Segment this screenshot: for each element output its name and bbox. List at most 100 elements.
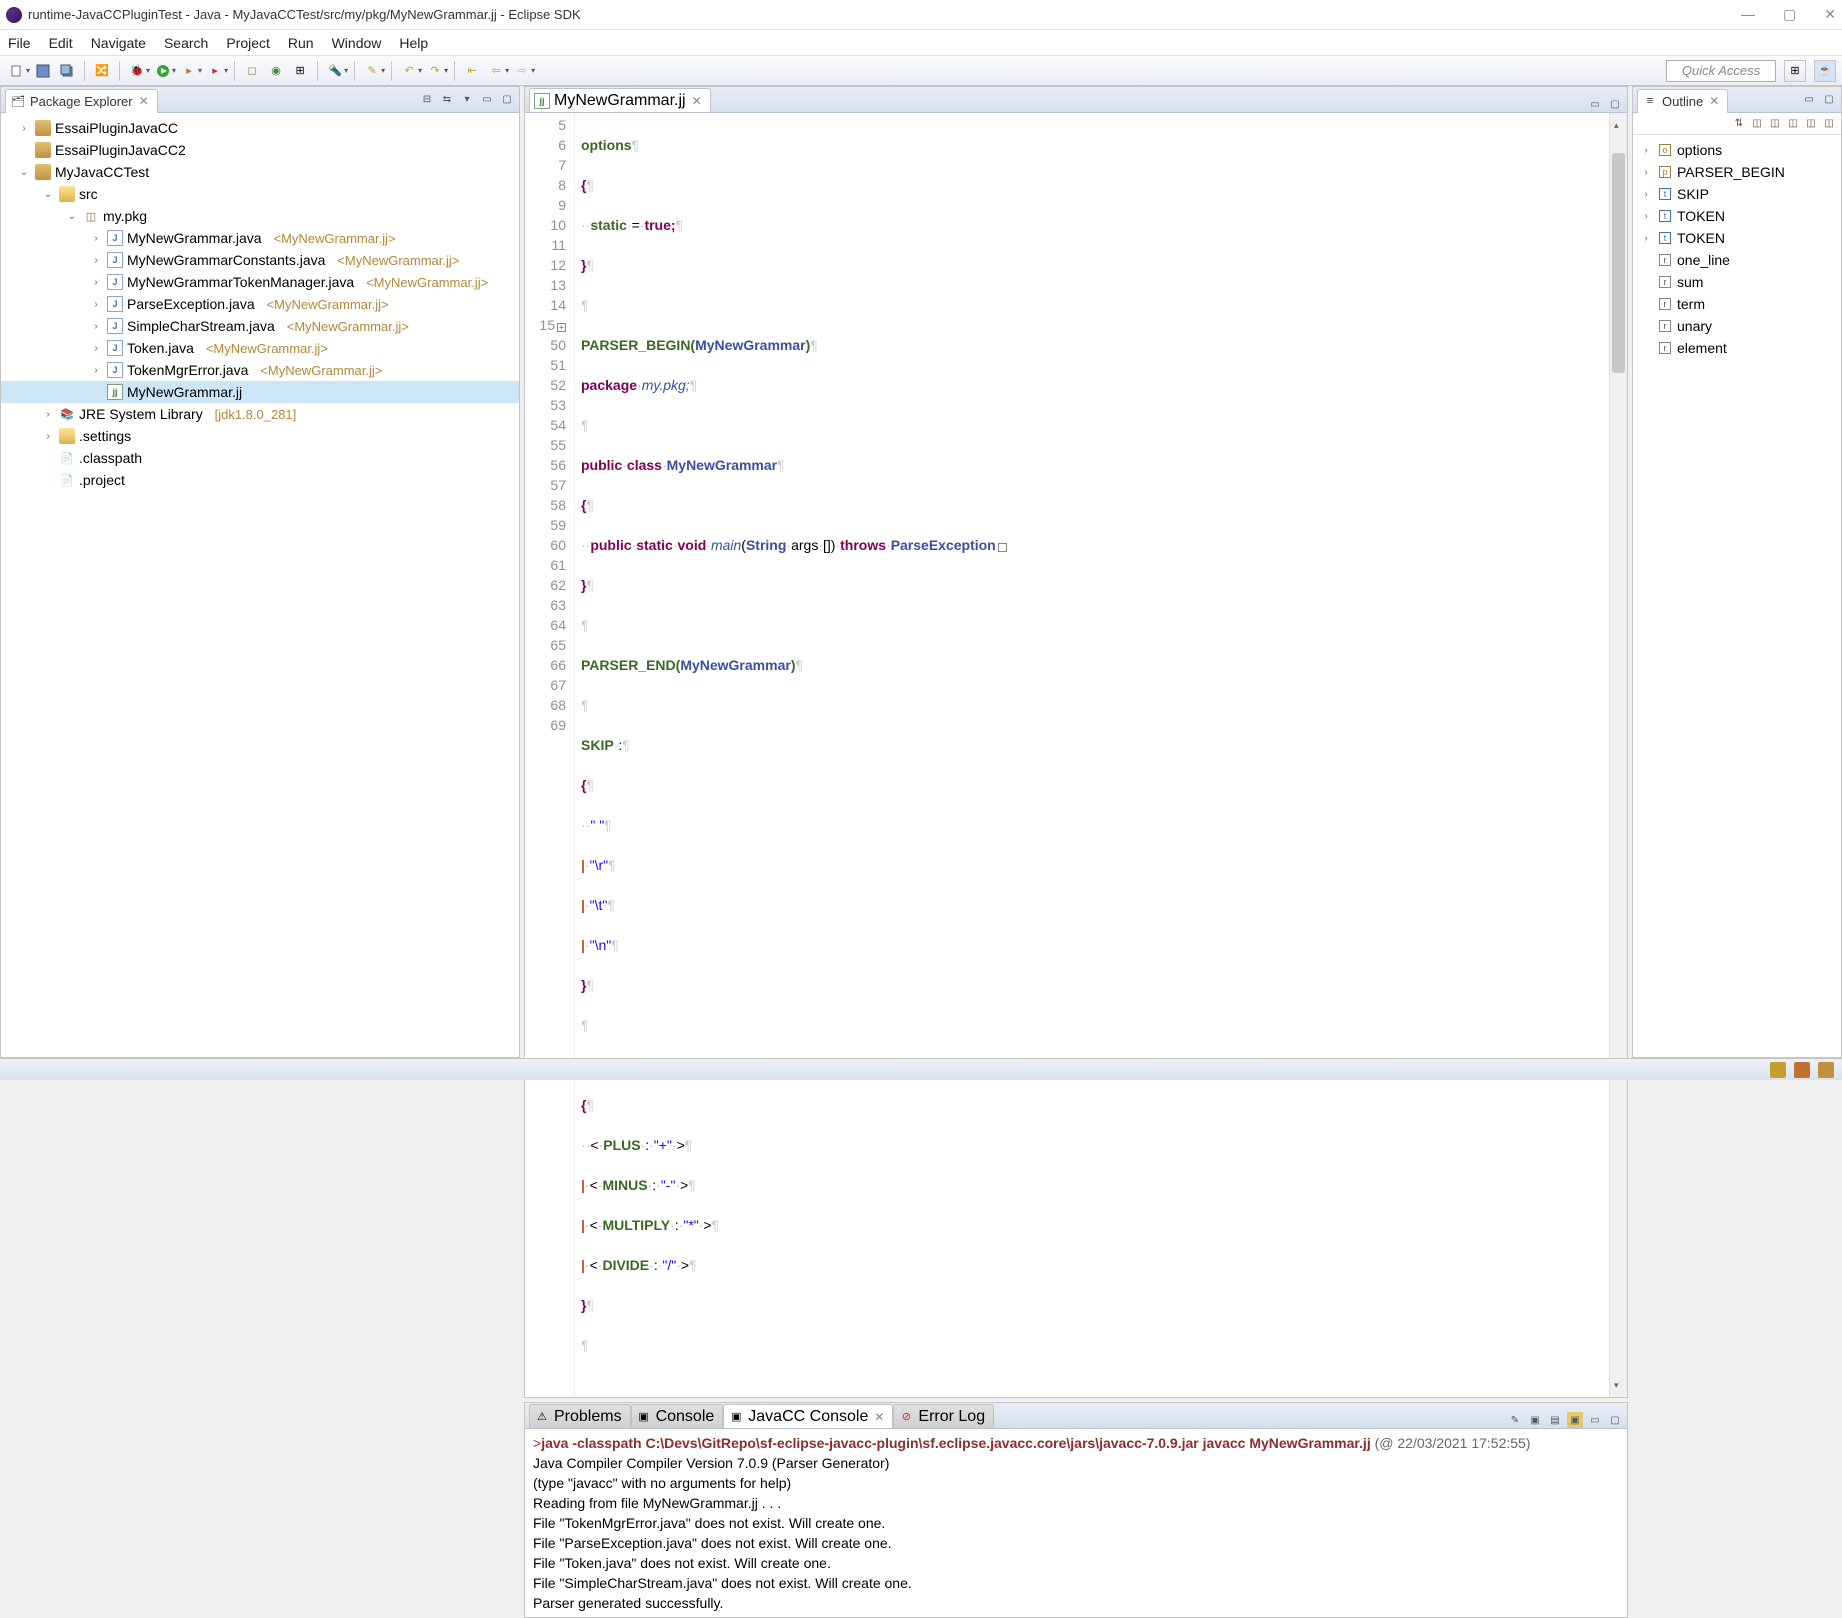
open-console-icon[interactable]: ▣ [1567, 1412, 1583, 1428]
tree-item[interactable]: MyNewGrammarConstants.java [127, 252, 325, 268]
menu-run[interactable]: Run [288, 35, 314, 51]
clear-console-icon[interactable]: ✎ [1507, 1412, 1523, 1428]
editor-body[interactable]: 56789 1011121314 15+ 5051525354 55565758… [525, 113, 1627, 1397]
outline-item[interactable]: SKIP [1677, 186, 1709, 202]
maximize-view-icon[interactable]: ▢ [1607, 1412, 1623, 1428]
coverage-button[interactable]: ▸ [178, 60, 200, 82]
minimize-view-icon[interactable]: ▭ [1587, 1412, 1603, 1428]
open-perspective-button[interactable]: ⊞ [1784, 60, 1806, 82]
outline-item[interactable]: PARSER_BEGIN [1677, 164, 1785, 180]
search-button[interactable]: 🔦 [324, 60, 346, 82]
status-icon[interactable] [1770, 1062, 1786, 1078]
external-tools-button[interactable]: ▸ [204, 60, 226, 82]
prev-annotation-button[interactable]: ↶ [398, 60, 420, 82]
minimize-view-icon[interactable]: ▭ [1801, 92, 1817, 108]
outline-item[interactable]: element [1677, 340, 1727, 356]
display-console-icon[interactable]: ▤ [1547, 1412, 1563, 1428]
outline-item[interactable]: TOKEN [1677, 208, 1725, 224]
maximize-view-icon[interactable]: ▢ [1821, 92, 1837, 108]
tree-item[interactable]: Token.java [127, 340, 194, 356]
debug-button[interactable]: 🐞 [126, 60, 148, 82]
tree-item[interactable]: .settings [79, 428, 131, 444]
outline-tab[interactable]: ≡ Outline ✕ [1637, 89, 1728, 113]
scroll-thumb[interactable] [1612, 153, 1625, 373]
link-editor-icon[interactable]: ⇆ [439, 92, 455, 108]
save-all-button[interactable] [56, 60, 78, 82]
outline-item[interactable]: one_line [1677, 252, 1730, 268]
close-icon[interactable]: ✕ [139, 94, 149, 108]
menu-search[interactable]: Search [164, 35, 208, 51]
problems-tab[interactable]: ⚠Problems [529, 1404, 631, 1428]
editor-tab[interactable]: jj MyNewGrammar.jj ✕ [529, 88, 711, 112]
package-tree[interactable]: ›EssaiPluginJavaCC EssaiPluginJavaCC2 ⌄M… [1, 113, 519, 1057]
hide-non-public-icon[interactable]: ◫ [1803, 115, 1819, 131]
editor-scrollbar[interactable]: ▴ ▾ [1609, 113, 1627, 1397]
java-perspective-button[interactable]: ☕ [1814, 60, 1836, 82]
code-area[interactable]: options¶ {¶ ··static·=·true;¶ }¶ ¶ PARSE… [575, 113, 1609, 1397]
maximize-button[interactable]: ▢ [1783, 6, 1796, 23]
tree-item-selected[interactable]: MyNewGrammar.jj [127, 384, 242, 400]
maximize-view-icon[interactable]: ▢ [499, 92, 515, 108]
tree-item[interactable]: JRE System Library [79, 406, 203, 422]
tree-item[interactable]: EssaiPluginJavaCC2 [55, 142, 186, 158]
tree-item[interactable]: .classpath [79, 450, 142, 466]
menu-project[interactable]: Project [226, 35, 270, 51]
outline-item[interactable]: term [1677, 296, 1705, 312]
save-button[interactable] [32, 60, 54, 82]
outline-item[interactable]: sum [1677, 274, 1703, 290]
scroll-up-icon[interactable]: ▴ [1614, 115, 1619, 135]
minimize-button[interactable]: — [1741, 6, 1755, 23]
maximize-editor-icon[interactable]: ▢ [1607, 96, 1623, 112]
close-icon[interactable]: ✕ [1709, 94, 1719, 108]
error-log-tab[interactable]: ⊘Error Log [893, 1404, 994, 1428]
scroll-down-icon[interactable]: ▾ [1614, 1375, 1619, 1395]
tree-item[interactable]: MyNewGrammarTokenManager.java [127, 274, 354, 290]
menu-navigate[interactable]: Navigate [91, 35, 146, 51]
filter-icon[interactable]: ◫ [1749, 115, 1765, 131]
console-output[interactable]: >java -classpath C:\Devs\GitRepo\sf-ecli… [525, 1429, 1627, 1617]
tree-item[interactable]: MyNewGrammar.java [127, 230, 262, 246]
new-button[interactable] [6, 60, 28, 82]
close-icon[interactable]: ✕ [874, 1410, 884, 1424]
run-button[interactable] [152, 60, 174, 82]
close-icon[interactable]: ✕ [692, 94, 702, 108]
pin-console-icon[interactable]: ▣ [1527, 1412, 1543, 1428]
skip-breakpoints-button[interactable]: 🔀 [91, 60, 113, 82]
view-menu-icon[interactable]: ▾ [459, 92, 475, 108]
fold-icon[interactable] [998, 543, 1007, 552]
status-icon[interactable] [1794, 1062, 1810, 1078]
outline-item[interactable]: TOKEN [1677, 230, 1725, 246]
tree-item[interactable]: TokenMgrError.java [127, 362, 248, 378]
new-package-button[interactable]: ◻ [241, 60, 263, 82]
quick-access-input[interactable]: Quick Access [1666, 60, 1776, 82]
close-button[interactable]: ✕ [1824, 6, 1836, 23]
tree-item[interactable]: src [79, 186, 98, 202]
last-edit-button[interactable]: ⇤ [461, 60, 483, 82]
forward-button[interactable]: ⇨ [511, 60, 533, 82]
menu-help[interactable]: Help [399, 35, 428, 51]
tree-item[interactable]: MyJavaCCTest [55, 164, 149, 180]
minimize-editor-icon[interactable]: ▭ [1587, 96, 1603, 112]
console-tab[interactable]: ▣Console [631, 1404, 724, 1428]
outline-tree[interactable]: ›ooptions ›pPARSER_BEGIN ›tSKIP ›tTOKEN … [1633, 135, 1841, 1057]
hide-static-icon[interactable]: ◫ [1785, 115, 1801, 131]
package-explorer-tab[interactable]: 🗂 Package Explorer ✕ [5, 89, 158, 113]
new-class-button[interactable]: ◉ [265, 60, 287, 82]
menu-window[interactable]: Window [332, 35, 382, 51]
tree-item[interactable]: EssaiPluginJavaCC [55, 120, 178, 136]
javacc-console-tab[interactable]: ▣JavaCC Console✕ [723, 1404, 893, 1428]
menu-edit[interactable]: Edit [49, 35, 73, 51]
collapse-all-icon[interactable]: ⊟ [419, 92, 435, 108]
back-button[interactable]: ⇦ [485, 60, 507, 82]
sort-icon[interactable]: ⇅ [1731, 115, 1747, 131]
tree-item[interactable]: ParseException.java [127, 296, 255, 312]
status-icon[interactable] [1818, 1062, 1834, 1078]
hide-fields-icon[interactable]: ◫ [1767, 115, 1783, 131]
menu-file[interactable]: File [8, 35, 31, 51]
tree-item[interactable]: SimpleCharStream.java [127, 318, 275, 334]
fold-icon[interactable]: + [557, 323, 566, 332]
minimize-view-icon[interactable]: ▭ [479, 92, 495, 108]
tree-item[interactable]: .project [79, 472, 125, 488]
tree-item[interactable]: my.pkg [103, 208, 147, 224]
toggle-mark-button[interactable]: ✎ [361, 60, 383, 82]
